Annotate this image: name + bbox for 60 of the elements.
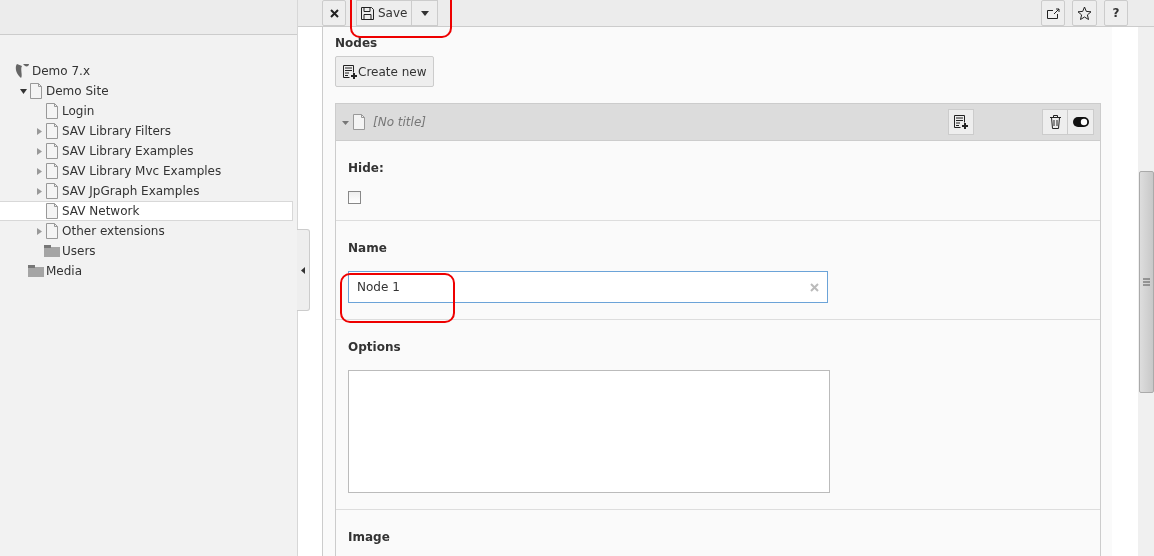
options-field[interactable] [348,370,830,493]
help-button[interactable]: ? [1104,0,1128,26]
field-label: Name [348,241,388,255]
page-icon [46,123,58,139]
collapsed-arrow-icon[interactable] [35,187,43,195]
trash-icon [1049,115,1061,129]
tree-item[interactable]: Media [46,264,83,278]
tree-item[interactable]: SAV Library Examples [62,144,194,158]
left-arrow-icon [301,266,305,274]
dropdown-button[interactable] [412,0,439,26]
grip-icon [1143,278,1150,286]
collapse-handle[interactable] [297,229,310,311]
close-icon [329,8,339,18]
tree-item[interactable]: Users [62,244,96,258]
field-label: Options [348,340,402,354]
tree-item[interactable]: SAV Library Filters [62,124,172,138]
page-icon [30,83,42,99]
tree-item[interactable]: SAV JpGraph Examples [62,184,200,198]
logo-icon [14,63,30,79]
new-record-button[interactable] [948,109,974,135]
star-icon [1077,5,1092,21]
collapsed-arrow-icon[interactable] [35,167,43,175]
tree-item[interactable]: Demo 7.x [32,64,91,78]
checkbox[interactable] [348,191,361,204]
section-title: Nodes [335,36,379,50]
close-button[interactable] [322,0,346,26]
tree-item[interactable]: Demo Site [46,84,109,98]
page-icon [46,163,58,179]
caret-icon [420,10,429,16]
page-icon [46,183,58,199]
open-new-window-button[interactable] [1041,0,1065,26]
toggle-switch-icon [1072,117,1089,127]
page-icon [353,114,365,130]
field-label: Image [348,530,391,544]
folder-icon [28,265,44,277]
collapsed-arrow-icon[interactable] [35,127,43,135]
add-record-icon [342,63,358,80]
save-button[interactable]: Save [356,0,413,26]
expanded-arrow-icon[interactable] [19,87,27,95]
bookmark-button[interactable] [1072,0,1097,26]
page-icon [46,143,58,159]
create-new-button[interactable]: Create new [335,56,434,87]
external-link-icon [1046,7,1060,19]
collapsed-arrow-icon[interactable] [35,227,43,235]
scrollbar-thumb[interactable] [1139,171,1154,393]
folder-icon [44,245,60,257]
tree-item[interactable]: Login [62,104,95,118]
clear-icon[interactable] [810,282,819,292]
page-icon [46,223,58,239]
delete-button[interactable] [1042,109,1068,135]
page-icon [46,103,58,119]
name-field[interactable]: Node 1 [348,271,828,303]
collapsed-arrow-icon[interactable] [35,147,43,155]
add-record-icon [953,114,969,130]
record-title: [No title] [373,115,426,129]
tree-item[interactable]: SAV Network [62,204,140,218]
toggle-button[interactable] [1068,109,1094,135]
field-label: Hide: [348,161,385,175]
tree-item[interactable]: Other extensions [62,224,165,238]
tree-item[interactable]: SAV Library Mvc Examples [62,164,222,178]
